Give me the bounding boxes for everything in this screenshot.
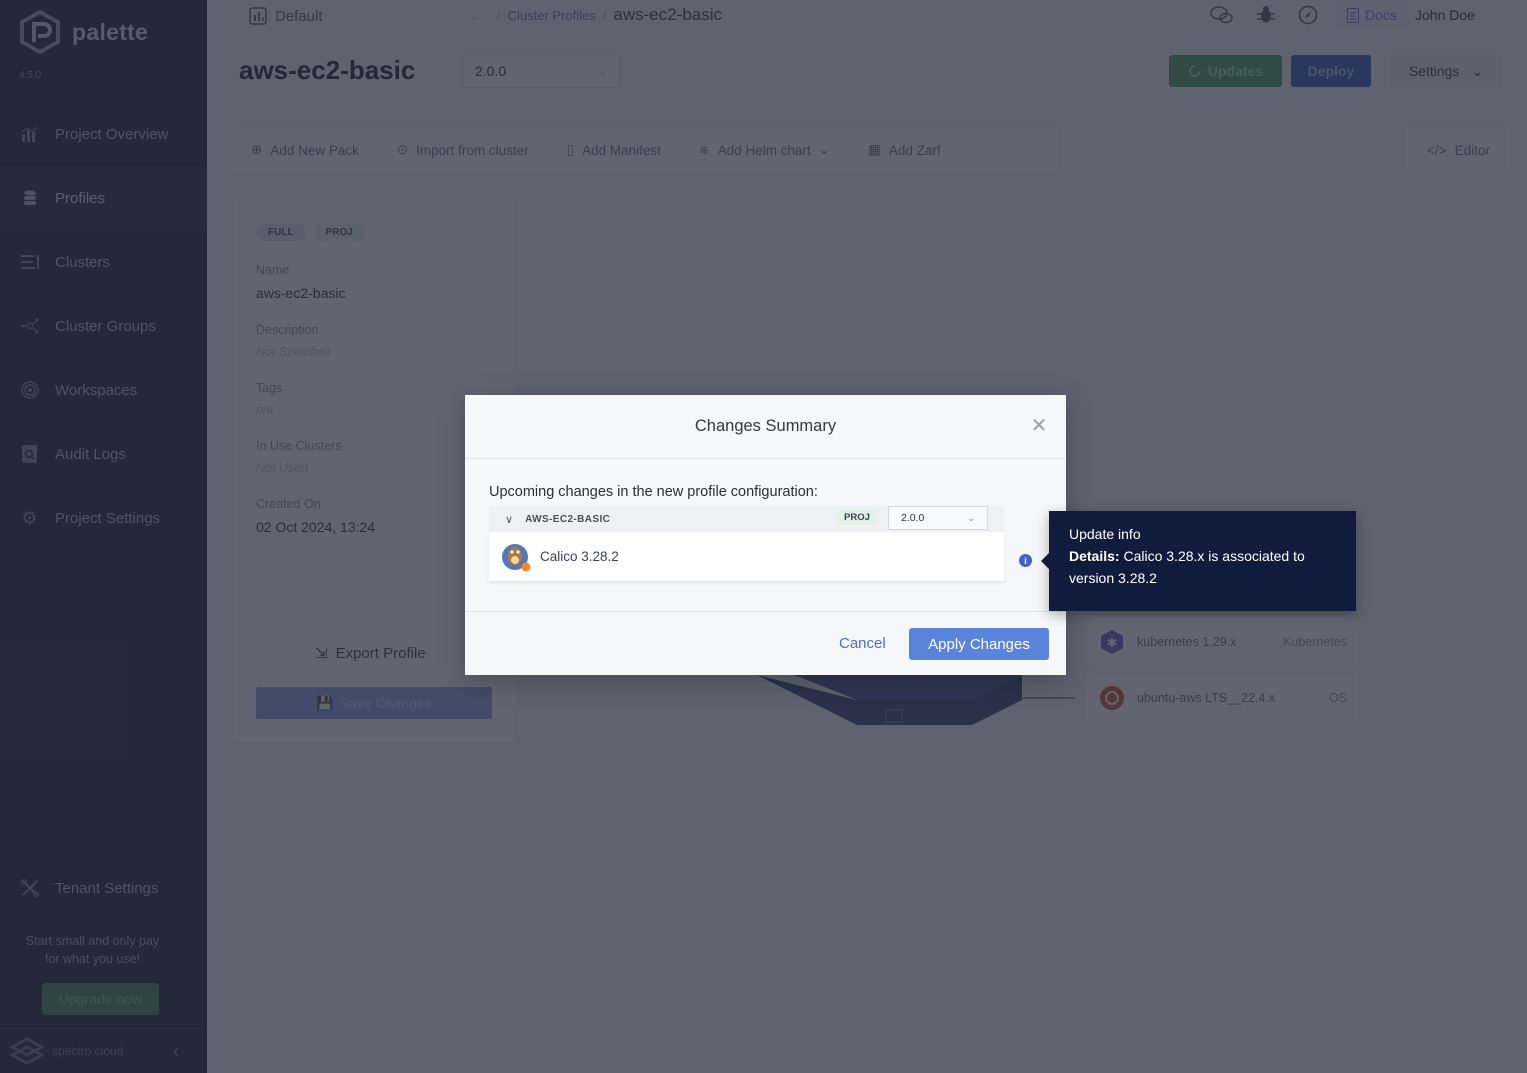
modal-intro: Upcoming changes in the new profile conf… — [489, 484, 818, 500]
details-label: Details: — [1069, 548, 1120, 564]
apply-changes-button[interactable]: Apply Changes — [909, 628, 1049, 660]
modal-footer: Cancel Apply Changes — [465, 611, 1066, 675]
pack-name: Calico 3.28.2 — [540, 549, 619, 564]
modal-title: Changes Summary — [694, 417, 837, 435]
update-info-tooltip: Update info Details: Calico 3.28.x is as… — [1041, 511, 1356, 611]
chevron-down-icon: ⌄ — [967, 512, 975, 523]
profile-group-header[interactable]: ∨ AWS-EC2-BASIC PROJ 2.0.0 ⌄ — [489, 506, 1004, 532]
profile-name: AWS-EC2-BASIC — [525, 513, 611, 525]
version-value: 2.0.0 — [901, 512, 925, 524]
pack-row-calico[interactable]: Calico 3.28.2 — [489, 532, 1004, 581]
close-icon[interactable]: ✕ — [1030, 416, 1048, 436]
modal-body: Upcoming changes in the new profile conf… — [465, 459, 1066, 581]
calico-logo-icon — [502, 543, 531, 571]
tooltip-title: Update info — [1069, 526, 1141, 542]
info-icon[interactable]: i — [1019, 554, 1032, 567]
cancel-button[interactable]: Cancel — [839, 635, 886, 652]
changes-summary-modal: Changes Summary ✕ Upcoming changes in th… — [465, 395, 1066, 675]
modal-header: Changes Summary ✕ — [465, 395, 1066, 459]
chevron-down-icon[interactable]: ∨ — [505, 513, 513, 526]
profile-version-select[interactable]: 2.0.0 ⌄ — [888, 506, 988, 530]
scope-badge: PROJ — [837, 510, 877, 525]
tooltip-details: Details: Calico 3.28.x is associated to … — [1069, 545, 1336, 589]
